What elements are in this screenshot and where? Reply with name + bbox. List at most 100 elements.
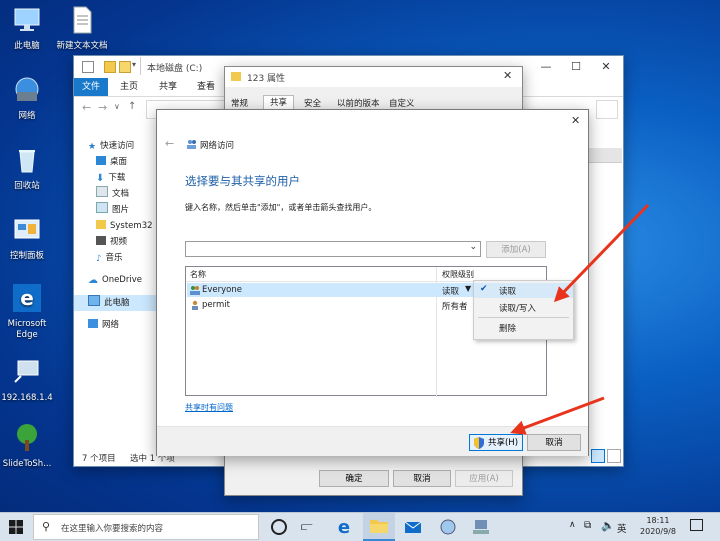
desktop-icon-slidetoshutdown[interactable]: SlideToSh... xyxy=(0,424,54,470)
nav-label: 桌面 xyxy=(110,157,128,167)
nav-item-videos[interactable]: 视频 xyxy=(96,234,127,250)
share-button[interactable]: 共享(H) xyxy=(469,434,523,451)
network-taskbar-icon[interactable] xyxy=(438,517,458,537)
nav-item-network[interactable]: 网络 xyxy=(88,317,119,333)
page-title: 选择要与其共享的用户 xyxy=(185,174,300,188)
close-button[interactable]: ✕ xyxy=(503,69,512,82)
tab-file[interactable]: 文件 xyxy=(74,78,108,96)
desktop-icon-network[interactable]: 网络 xyxy=(0,76,54,122)
desktop-icon-edge[interactable]: e Microsoft Edge xyxy=(0,284,54,341)
close-button[interactable]: ✕ xyxy=(571,114,580,127)
desktop-icon-this-pc[interactable]: 此电脑 xyxy=(0,6,54,52)
forward-arrow-icon[interactable]: → xyxy=(98,101,107,114)
task-view-icon[interactable]: ⫍ xyxy=(301,520,313,534)
explorer-taskbar-button[interactable] xyxy=(363,513,395,541)
network-icon xyxy=(15,77,39,101)
menu-item-remove[interactable]: 删除 xyxy=(474,320,573,335)
ime-indicator[interactable]: 英 xyxy=(617,521,627,535)
user-name-combobox[interactable]: ⌄ xyxy=(185,241,481,257)
task-view-circle-icon[interactable] xyxy=(271,519,287,535)
row-permission-level[interactable]: 读取 xyxy=(442,285,459,297)
edge-taskbar-icon[interactable]: e xyxy=(334,517,354,538)
recent-dropdown-icon[interactable]: ∨ xyxy=(114,102,120,111)
window-title: 本地磁盘 (C:) xyxy=(147,64,203,74)
windows-start-icon[interactable] xyxy=(9,520,23,534)
menu-separator xyxy=(478,317,569,318)
chevron-down-icon[interactable]: ⌄ xyxy=(469,242,477,252)
nav-item-music[interactable]: ♪ 音乐 xyxy=(96,250,122,266)
add-button[interactable]: 添加(A) xyxy=(486,241,546,258)
row-user-name: Everyone xyxy=(202,285,242,295)
nav-item-quick-access[interactable]: ★ 快速访问 xyxy=(88,138,134,154)
cancel-button[interactable]: 取消 xyxy=(393,470,451,487)
minimize-button[interactable]: — xyxy=(531,56,561,78)
remote-taskbar-icon[interactable] xyxy=(471,517,491,537)
notification-center-icon[interactable] xyxy=(690,519,703,531)
taskbar: ⚲ 在这里输入你要搜索的内容 ⫍ e ∧ ⧉ 🔈 英 18:11 2020/9/… xyxy=(0,512,720,541)
desktop-icon-recycle-bin[interactable]: 回收站 xyxy=(0,146,54,192)
desktop-icon-control-panel[interactable]: 控制面板 xyxy=(0,216,54,262)
dialog-footer xyxy=(157,426,588,456)
network-status-icon[interactable]: ⧉ xyxy=(584,520,591,531)
nav-item-system32[interactable]: System32 xyxy=(96,218,153,234)
large-icons-view-icon[interactable] xyxy=(607,449,621,463)
dialog-title: 123 属性 xyxy=(247,74,286,84)
nav-item-this-pc[interactable]: 此电脑 xyxy=(74,295,160,311)
apply-button[interactable]: 应用(A) xyxy=(455,470,513,487)
menu-item-read[interactable]: ✔ 读取 xyxy=(474,283,573,298)
clock-time: 18:11 xyxy=(646,516,670,525)
nav-label: 文档 xyxy=(112,189,130,199)
search-box[interactable] xyxy=(596,100,618,119)
dropdown-arrow-icon[interactable]: ▼ xyxy=(465,284,471,293)
nav-item-onedrive[interactable]: ☁ OneDrive xyxy=(88,272,142,288)
properties-titlebar: 123 属性 ✕ xyxy=(225,67,522,87)
tab-general[interactable]: 常规 xyxy=(231,97,248,109)
close-button[interactable]: ✕ xyxy=(591,56,621,78)
nav-label: OneDrive xyxy=(102,275,142,285)
folder-icon[interactable] xyxy=(104,61,116,73)
menu-item-read-write[interactable]: 读取/写入 xyxy=(474,300,573,315)
desktop-icon-remote[interactable]: 192.168.1.4 xyxy=(0,358,54,404)
folder-icon xyxy=(231,72,241,81)
tab-share[interactable]: 共享 xyxy=(153,78,183,96)
maximize-button[interactable]: ☐ xyxy=(561,56,591,78)
app-menu-icon[interactable] xyxy=(82,61,94,73)
tab-security[interactable]: 安全 xyxy=(304,97,321,109)
new-folder-icon[interactable] xyxy=(119,61,131,73)
tab-previous-versions[interactable]: 以前的版本 xyxy=(337,97,380,109)
details-view-icon[interactable] xyxy=(591,449,605,463)
tab-customize[interactable]: 自定义 xyxy=(389,97,415,109)
recycle-bin-icon xyxy=(19,150,35,173)
help-link[interactable]: 共享时有问题 xyxy=(185,402,233,413)
search-box[interactable]: ⚲ 在这里输入你要搜索的内容 xyxy=(33,514,259,540)
nav-item-downloads[interactable]: ⬇ 下载 xyxy=(96,170,125,186)
clock[interactable]: 18:11 2020/9/8 xyxy=(636,515,680,537)
menu-item-label: 读取 xyxy=(499,287,517,297)
download-icon: ⬇ xyxy=(96,173,105,184)
tab-home[interactable]: 主页 xyxy=(114,78,144,96)
quick-access-toolbar-dropdown[interactable]: ▾ xyxy=(132,60,136,69)
back-arrow-icon[interactable]: ← xyxy=(82,101,91,114)
column-header-level[interactable]: 权限级别 xyxy=(442,269,474,280)
search-input[interactable]: 在这里输入你要搜索的内容 xyxy=(61,522,163,534)
user-icon xyxy=(191,300,199,310)
nav-label: 网络 xyxy=(102,320,120,330)
volume-icon[interactable]: 🔈 xyxy=(601,519,615,532)
nav-item-documents[interactable]: 文档 xyxy=(96,186,129,202)
ok-button[interactable]: 确定 xyxy=(319,470,389,487)
show-hidden-icons-chevron[interactable]: ∧ xyxy=(569,520,576,530)
nav-item-pictures[interactable]: 图片 xyxy=(96,202,129,218)
tab-view[interactable]: 查看 xyxy=(191,78,221,96)
nav-item-desktop[interactable]: 桌面 xyxy=(96,154,127,170)
desktop-icon-label: SlideToSh... xyxy=(2,459,52,469)
navigation-pane: ★ 快速访问 桌面 ⬇ 下载 文档 图片 System32 视频 ♪ 音乐 ☁ OneD… xyxy=(74,126,160,446)
mail-taskbar-icon[interactable] xyxy=(403,517,423,537)
status-item-count: 7 个项目 xyxy=(82,454,116,464)
network-icon xyxy=(88,319,98,328)
column-header-name[interactable]: 名称 xyxy=(190,269,206,280)
tree-icon xyxy=(17,424,37,451)
back-arrow-icon[interactable]: ← xyxy=(165,137,174,150)
up-arrow-icon[interactable]: ↑ xyxy=(128,101,136,112)
desktop-icon-text-file[interactable]: 新建文本文档 xyxy=(55,6,109,52)
cancel-button[interactable]: 取消 xyxy=(527,434,581,451)
